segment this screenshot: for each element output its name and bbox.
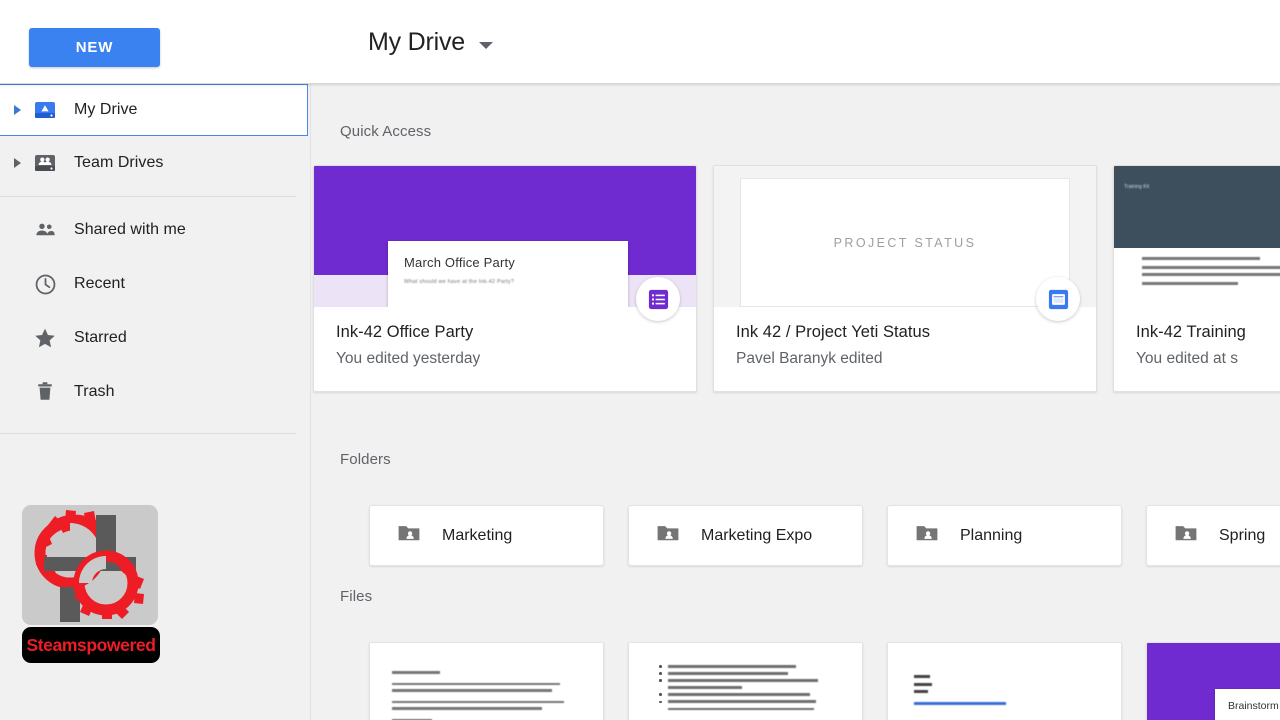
quick-access-card[interactable]: Training Kit Ink-42 Training You edited … bbox=[1113, 165, 1280, 392]
thumb-title: Training Kit bbox=[1124, 184, 1150, 190]
sidebar-item-label: Recent bbox=[74, 275, 125, 292]
star-icon bbox=[30, 325, 60, 351]
file-preview: Brainstorm bbox=[1147, 643, 1280, 720]
clock-icon bbox=[30, 272, 60, 297]
sidebar-item-label: Team Drives bbox=[74, 154, 164, 171]
file-subtitle: Pavel Baranyk edited bbox=[736, 350, 883, 367]
folders-heading: Folders bbox=[340, 451, 391, 468]
file-name: Ink 42 / Project Yeti Status bbox=[736, 323, 931, 341]
people-icon bbox=[30, 218, 60, 243]
file-preview bbox=[888, 643, 1121, 705]
sidebar-item-starred[interactable]: Starred bbox=[0, 311, 310, 365]
file-card[interactable] bbox=[887, 642, 1122, 720]
sidebar-divider-bottom bbox=[0, 433, 296, 434]
shared-folder-icon bbox=[914, 520, 940, 551]
thumb-title: March Office Party bbox=[404, 255, 516, 270]
file-preview bbox=[629, 643, 862, 711]
shared-folder-icon bbox=[655, 520, 681, 551]
expand-triangle-icon[interactable] bbox=[10, 158, 24, 168]
sidebar-divider bbox=[0, 196, 296, 197]
file-subtitle: You edited yesterday bbox=[336, 350, 481, 367]
expand-triangle-icon[interactable] bbox=[10, 105, 24, 115]
storage-section[interactable]: 284.3 MB used bbox=[0, 488, 311, 720]
quick-access-card[interactable]: PROJECT STATUS Ink 42 / Project Yeti Sta… bbox=[713, 165, 1097, 392]
storage-used-text: 284.3 MB used bbox=[31, 506, 126, 522]
card-thumbnail: Training Kit bbox=[1114, 166, 1280, 307]
quick-access-heading: Quick Access bbox=[340, 123, 432, 140]
drive-icon bbox=[30, 98, 60, 122]
folder-card[interactable]: Spring bbox=[1146, 505, 1280, 566]
card-meta: Ink 42 / Project Yeti Status Pavel Baran… bbox=[714, 307, 1096, 368]
folder-card[interactable]: Planning bbox=[887, 505, 1122, 566]
sidebar-item-my-drive[interactable]: My Drive bbox=[0, 84, 308, 136]
google-forms-icon bbox=[636, 277, 680, 321]
files-heading: Files bbox=[340, 588, 373, 605]
file-name: Ink-42 Training bbox=[1136, 323, 1246, 341]
file-card[interactable]: Brainstorm bbox=[1146, 642, 1280, 720]
folder-label: Marketing Expo bbox=[701, 526, 813, 544]
file-subtitle: You edited at s bbox=[1136, 350, 1238, 367]
thumb-body-lines bbox=[1114, 248, 1280, 285]
folder-card[interactable]: Marketing bbox=[369, 505, 604, 566]
card-meta: Ink-42 Training You edited at s bbox=[1114, 307, 1280, 368]
shared-folder-icon bbox=[396, 520, 422, 551]
thumb-inner-card: March Office Party What should we have a… bbox=[388, 241, 628, 307]
drive-app: NEW My Drive My Drive Team Drives Shared… bbox=[0, 0, 1280, 720]
drive-title-dropdown[interactable]: My Drive bbox=[368, 28, 494, 57]
file-preview bbox=[370, 643, 603, 720]
sidebar-item-label: Trash bbox=[74, 383, 115, 400]
card-meta: Ink-42 Office Party You edited yesterday bbox=[314, 307, 696, 368]
sidebar-item-shared-with-me[interactable]: Shared with me bbox=[0, 203, 310, 257]
sidebar-item-label: My Drive bbox=[74, 101, 138, 118]
file-card[interactable] bbox=[628, 642, 863, 720]
thumb-slide: PROJECT STATUS bbox=[740, 178, 1070, 307]
file-name: Ink-42 Office Party bbox=[336, 323, 474, 341]
folder-label: Marketing bbox=[442, 526, 513, 544]
sidebar-item-label: Starred bbox=[74, 329, 127, 346]
quick-access-card[interactable]: March Office Party What should we have a… bbox=[313, 165, 697, 392]
team-drives-icon bbox=[30, 151, 60, 175]
thumb-inner-card: Brainstorm bbox=[1215, 689, 1280, 720]
thumb-title: Brainstorm bbox=[1228, 700, 1279, 712]
top-bar: NEW My Drive bbox=[0, 0, 1280, 84]
google-slides-icon bbox=[1036, 277, 1080, 321]
sidebar-item-trash[interactable]: Trash bbox=[0, 365, 310, 419]
chevron-down-icon[interactable] bbox=[479, 41, 494, 49]
folder-label: Spring bbox=[1219, 526, 1266, 544]
trash-icon bbox=[30, 380, 60, 404]
thumb-title: PROJECT STATUS bbox=[833, 235, 977, 250]
page-title: My Drive bbox=[368, 28, 466, 56]
file-card[interactable] bbox=[369, 642, 604, 720]
thumb-dark-header: Training Kit bbox=[1114, 166, 1280, 248]
new-button[interactable]: NEW bbox=[29, 28, 160, 67]
sidebar: My Drive Team Drives Shared with me Rece… bbox=[0, 84, 311, 720]
main-content: Quick Access March Office Party What sho… bbox=[311, 84, 1280, 720]
sidebar-item-label: Shared with me bbox=[74, 221, 186, 238]
shared-folder-icon bbox=[1173, 520, 1199, 551]
sidebar-item-recent[interactable]: Recent bbox=[0, 257, 310, 311]
sidebar-item-team-drives[interactable]: Team Drives bbox=[0, 136, 310, 190]
thumb-subtext: What should we have at the Ink-42 Party? bbox=[404, 279, 515, 285]
folder-label: Planning bbox=[960, 526, 1023, 544]
folder-card[interactable]: Marketing Expo bbox=[628, 505, 863, 566]
